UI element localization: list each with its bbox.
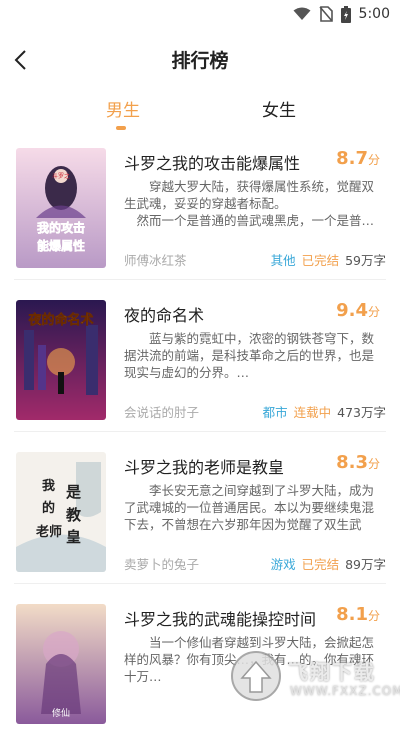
divider (14, 431, 386, 432)
header: 排行榜 (0, 36, 400, 82)
svg-text:斗罗之: 斗罗之 (52, 172, 70, 180)
book-title: 夜的命名术 (124, 306, 205, 325)
watermark-text: 飞翔下载 (288, 660, 376, 684)
book-score: 8.3分 (336, 452, 380, 473)
book-score: 9.4分 (336, 300, 380, 321)
book-meta: 其他 已完结 59万字 (271, 250, 386, 269)
book-author: 卖萝卜的兔子 (124, 557, 200, 572)
battery-icon (340, 5, 351, 23)
watermark-subtext: WWW.FXXZ.COM (290, 684, 400, 698)
divider (14, 279, 386, 280)
book-title: 斗罗之我的武魂能操控时间 (124, 610, 317, 629)
status-time: 5:00 (358, 6, 390, 22)
no-sim-icon (318, 6, 333, 22)
book-title: 斗罗之我的老师是教皇 (124, 458, 285, 477)
book-status: 已完结 (301, 253, 340, 268)
book-score: 8.7分 (336, 148, 380, 169)
book-author: 师傅冰红茶 (124, 253, 187, 268)
book-title: 斗罗之我的攻击能爆属性 (124, 154, 301, 173)
tab-male[interactable]: 男生 (106, 96, 140, 121)
list-item[interactable]: 夜的命名术 夜的命名术 9.4分 蓝与紫的霓虹中，浓密的钢铁苍穹下，数据洪流的前… (0, 292, 400, 432)
book-genre: 其他 (270, 253, 296, 268)
book-cover: 我 是 的 教 老师 皇 (16, 452, 106, 572)
book-genre: 都市 (262, 405, 288, 420)
book-cover: 夜的命名术 (16, 300, 106, 420)
book-status: 连载中 (293, 405, 332, 420)
book-word-count: 473万字 (337, 405, 386, 420)
book-meta: 都市 连载中 473万字 (263, 402, 386, 421)
svg-text:是: 是 (65, 483, 82, 501)
gender-tabs: 男生 女生 (0, 96, 400, 136)
book-meta: 游戏 已完结 89万字 (271, 554, 386, 573)
svg-text:能爆属性: 能爆属性 (37, 238, 85, 253)
svg-text:皇: 皇 (66, 528, 81, 546)
tab-female[interactable]: 女生 (262, 96, 296, 121)
svg-text:教: 教 (65, 506, 82, 524)
svg-text:我: 我 (42, 478, 55, 494)
book-cover: 斗罗之 我的攻击 能爆属性 (16, 148, 106, 268)
list-item[interactable]: 我 是 的 教 老师 皇 斗罗之我的老师是教皇 8.3分 李长安无意之间穿越到了… (0, 444, 400, 584)
svg-text:的: 的 (42, 500, 55, 516)
book-status: 已完结 (301, 557, 340, 572)
book-description: 李长安无意之间穿越到了斗罗大陆，成为了武魂城的一位普通居民。本以为要继续鬼混下去… (124, 483, 375, 532)
page-title: 排行榜 (171, 50, 229, 72)
svg-text:夜的命名术: 夜的命名术 (27, 312, 93, 328)
book-description: 蓝与紫的霓虹中，浓密的钢铁苍穹下，数据洪流的前端，是科技革命之后的世界，也是现实… (124, 331, 375, 380)
wifi-icon (293, 7, 311, 21)
svg-text:老师: 老师 (35, 524, 62, 540)
book-genre: 游戏 (270, 557, 296, 572)
list-item[interactable]: 斗罗之 我的攻击 能爆属性 斗罗之我的攻击能爆属性 8.7分 穿越大罗大陆，获得… (0, 140, 400, 280)
book-word-count: 59万字 (345, 253, 386, 268)
watermark-logo-icon (231, 651, 281, 701)
book-cover: 修仙 (16, 604, 106, 724)
book-author: 会说话的肘子 (124, 405, 200, 420)
svg-text:修仙: 修仙 (52, 707, 70, 719)
svg-text:我的攻击: 我的攻击 (37, 220, 85, 235)
active-tab-indicator (116, 126, 126, 130)
divider (14, 583, 386, 584)
book-score: 8.1分 (336, 604, 380, 625)
book-description: 穿越大罗大陆，获得爆属性系统，觉醒双生武魂，妥妥的穿越者标配。 然而一个是普通的… (124, 179, 375, 228)
status-bar: 5:00 (0, 0, 400, 28)
watermark: 飞翔下载 WWW.FXXZ.COM (228, 648, 400, 704)
book-word-count: 89万字 (345, 557, 386, 572)
